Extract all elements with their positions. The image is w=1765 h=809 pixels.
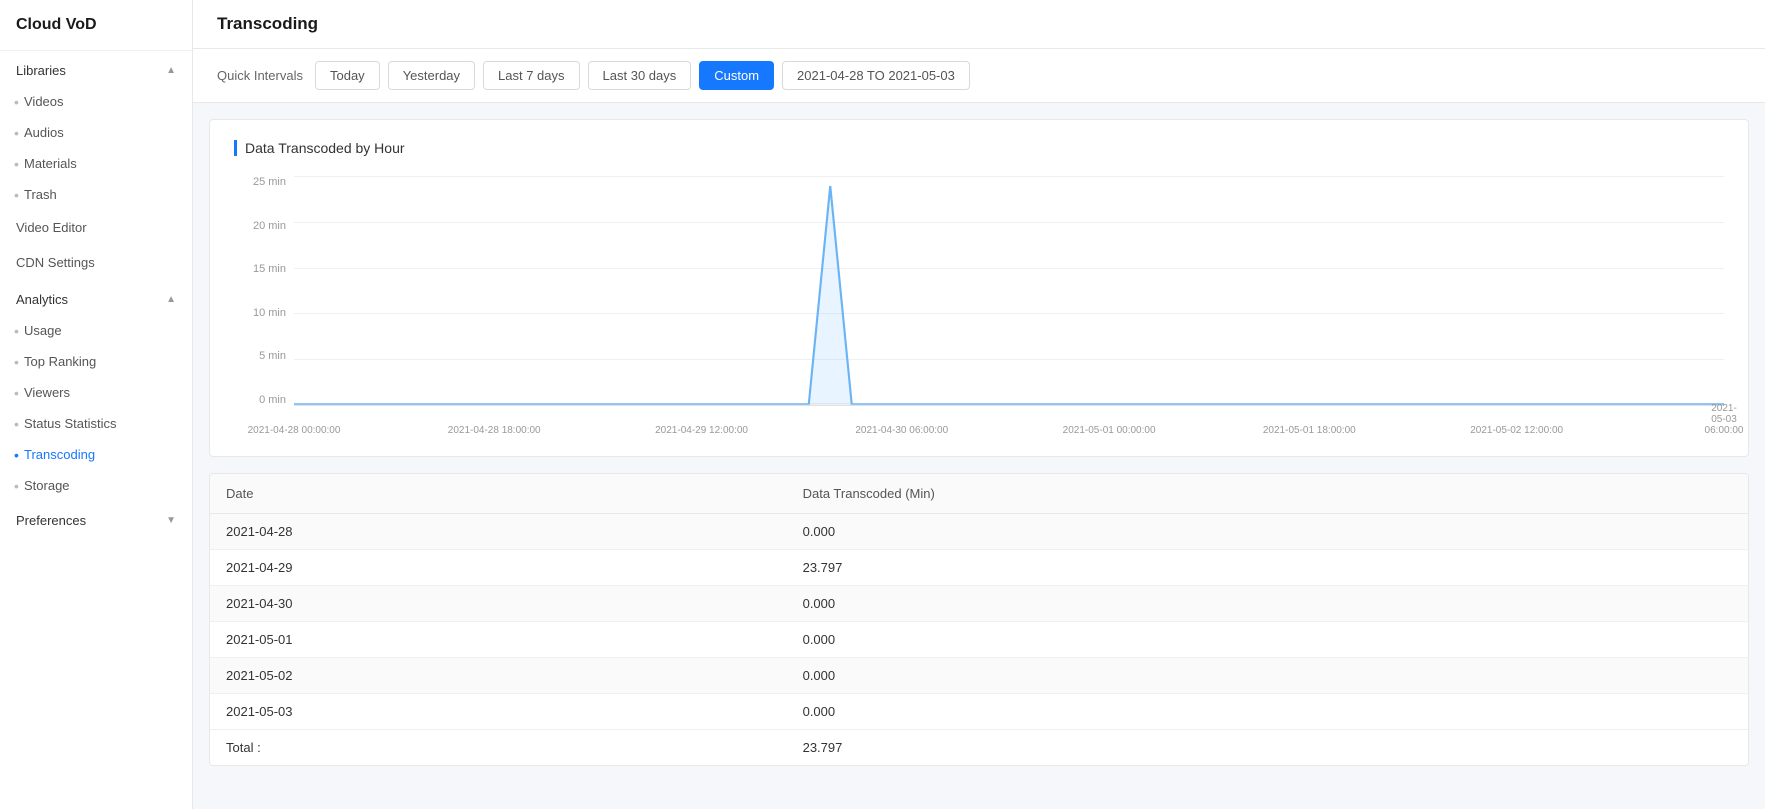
cell-value: 0.000: [787, 622, 1748, 658]
chart-section: Data Transcoded by Hour 25 min 20 min 15…: [209, 119, 1749, 457]
sidebar-item-video-editor[interactable]: Video Editor: [0, 210, 192, 245]
analytics-label: Analytics: [16, 292, 68, 307]
sidebar-item-status-statistics[interactable]: Status Statistics: [0, 408, 192, 439]
main-content: Transcoding Quick Intervals Today Yester…: [193, 0, 1765, 809]
table-row: 2021-05-030.000: [210, 694, 1748, 730]
y-label-5: 5 min: [259, 350, 286, 362]
total-label: Total :: [210, 730, 787, 766]
sidebar-item-storage[interactable]: Storage: [0, 470, 192, 501]
cell-value: 0.000: [787, 586, 1748, 622]
total-value: 23.797: [787, 730, 1748, 766]
analytics-chevron-icon: ▲: [166, 294, 176, 305]
preferences-label: Preferences: [16, 513, 86, 528]
custom-button[interactable]: Custom: [699, 61, 774, 90]
chart-y-axis: 25 min 20 min 15 min 10 min 5 min 0 min: [234, 176, 294, 406]
chart-plot-area: [294, 176, 1724, 406]
sidebar-item-trash[interactable]: Trash: [0, 179, 192, 210]
last30-button[interactable]: Last 30 days: [588, 61, 692, 90]
x-label-3: 2021-04-30 06:00:00: [855, 425, 948, 436]
yesterday-button[interactable]: Yesterday: [388, 61, 475, 90]
cell-date: 2021-04-29: [210, 550, 787, 586]
x-label-5: 2021-05-01 18:00:00: [1263, 425, 1356, 436]
table-row: 2021-04-280.000: [210, 514, 1748, 550]
col-data-header: Data Transcoded (Min): [787, 474, 1748, 514]
interval-toolbar: Quick Intervals Today Yesterday Last 7 d…: [193, 49, 1765, 103]
chart-title: Data Transcoded by Hour: [234, 140, 1724, 156]
sidebar-item-cdn-settings[interactable]: CDN Settings: [0, 245, 192, 280]
sidebar: Cloud VoD Libraries ▲ Videos Audios Mate…: [0, 0, 193, 809]
data-table-section: Date Data Transcoded (Min) 2021-04-280.0…: [209, 473, 1749, 766]
chart-svg: [294, 176, 1724, 405]
cell-value: 0.000: [787, 514, 1748, 550]
y-label-15: 15 min: [253, 263, 286, 275]
cell-date: 2021-05-01: [210, 622, 787, 658]
y-label-20: 20 min: [253, 220, 286, 232]
page-title: Transcoding: [217, 14, 1741, 34]
col-date-header: Date: [210, 474, 787, 514]
app-logo: Cloud VoD: [0, 0, 192, 51]
table-row: 2021-05-020.000: [210, 658, 1748, 694]
libraries-section[interactable]: Libraries ▲: [0, 51, 192, 86]
table-header-row: Date Data Transcoded (Min): [210, 474, 1748, 514]
table-row: 2021-05-010.000: [210, 622, 1748, 658]
cell-value: 0.000: [787, 694, 1748, 730]
x-label-7: 2021-05-03 06:00:00: [1705, 403, 1744, 436]
last7-button[interactable]: Last 7 days: [483, 61, 580, 90]
quick-intervals-label: Quick Intervals: [217, 68, 303, 83]
libraries-chevron-icon: ▲: [166, 65, 176, 76]
total-row: Total :23.797: [210, 730, 1748, 766]
cell-date: 2021-05-03: [210, 694, 787, 730]
sidebar-item-materials[interactable]: Materials: [0, 148, 192, 179]
x-label-1: 2021-04-28 18:00:00: [448, 425, 541, 436]
today-button[interactable]: Today: [315, 61, 380, 90]
y-label-25: 25 min: [253, 176, 286, 188]
sidebar-item-transcoding[interactable]: Transcoding: [0, 439, 192, 470]
x-label-0: 2021-04-28 00:00:00: [248, 425, 341, 436]
chart-container: 25 min 20 min 15 min 10 min 5 min 0 min: [234, 176, 1724, 436]
libraries-label: Libraries: [16, 63, 66, 78]
table-row: 2021-04-2923.797: [210, 550, 1748, 586]
sidebar-item-audios[interactable]: Audios: [0, 117, 192, 148]
sidebar-item-videos[interactable]: Videos: [0, 86, 192, 117]
cell-date: 2021-05-02: [210, 658, 787, 694]
x-label-2: 2021-04-29 12:00:00: [655, 425, 748, 436]
sidebar-item-viewers[interactable]: Viewers: [0, 377, 192, 408]
page-header: Transcoding: [193, 0, 1765, 49]
cell-date: 2021-04-28: [210, 514, 787, 550]
date-range-button[interactable]: 2021-04-28 TO 2021-05-03: [782, 61, 970, 90]
cell-date: 2021-04-30: [210, 586, 787, 622]
sidebar-item-top-ranking[interactable]: Top Ranking: [0, 346, 192, 377]
preferences-chevron-icon: ▼: [166, 515, 176, 526]
analytics-section[interactable]: Analytics ▲: [0, 280, 192, 315]
y-label-10: 10 min: [253, 307, 286, 319]
y-label-0: 0 min: [259, 394, 286, 406]
cell-value: 0.000: [787, 658, 1748, 694]
content-area: Quick Intervals Today Yesterday Last 7 d…: [193, 49, 1765, 809]
sidebar-item-usage[interactable]: Usage: [0, 315, 192, 346]
data-table: Date Data Transcoded (Min) 2021-04-280.0…: [210, 474, 1748, 765]
x-label-6: 2021-05-02 12:00:00: [1470, 425, 1563, 436]
preferences-section[interactable]: Preferences ▼: [0, 501, 192, 536]
cell-value: 23.797: [787, 550, 1748, 586]
table-row: 2021-04-300.000: [210, 586, 1748, 622]
chart-x-axis: 2021-04-28 00:00:00 2021-04-28 18:00:00 …: [294, 408, 1724, 436]
x-label-4: 2021-05-01 00:00:00: [1063, 425, 1156, 436]
